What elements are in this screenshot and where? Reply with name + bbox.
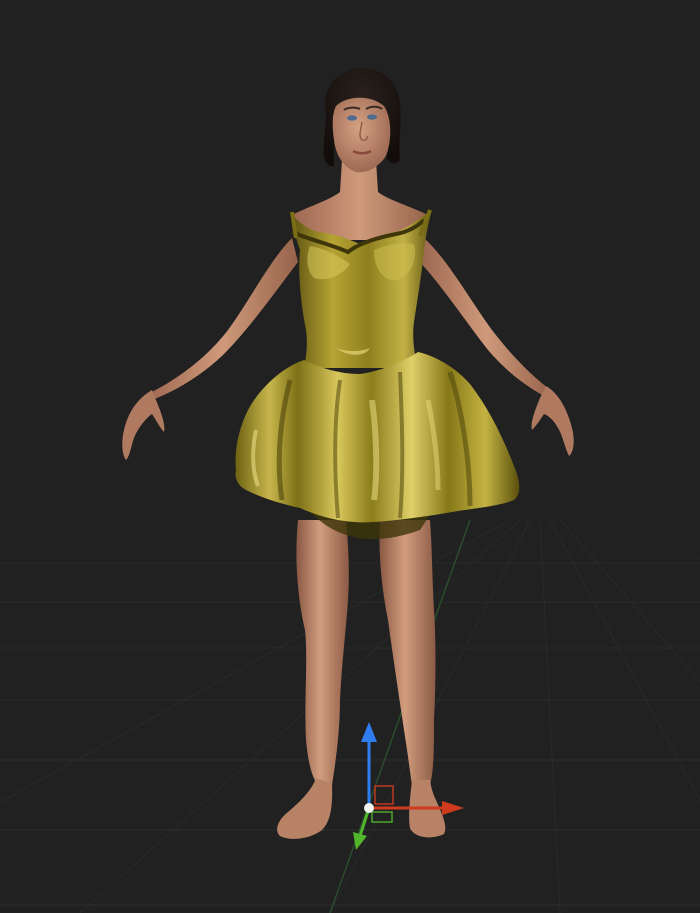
right-hand — [531, 386, 574, 456]
left-hand — [122, 390, 165, 460]
gizmo-y-arrow[interactable] — [361, 722, 377, 742]
gizmo-z-arrow[interactable] — [353, 832, 367, 850]
3d-viewport[interactable] — [0, 0, 700, 913]
right-leg — [379, 520, 436, 785]
skirt-fold-3 — [398, 371, 405, 519]
viewport-scene — [0, 67, 700, 913]
character-model[interactable] — [122, 67, 574, 839]
right-eye — [367, 114, 377, 120]
gizmo-xz-plane[interactable] — [371, 811, 393, 823]
gizmo-x-arrow[interactable] — [442, 801, 464, 815]
left-leg — [296, 520, 349, 785]
left-eye — [347, 115, 357, 121]
gizmo-center[interactable] — [364, 803, 374, 813]
